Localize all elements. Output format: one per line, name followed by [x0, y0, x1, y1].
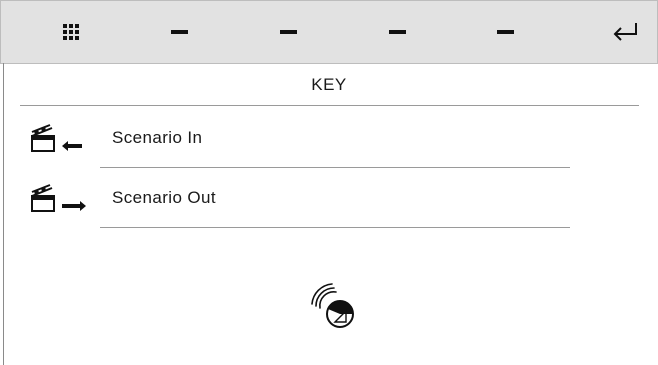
dash-icon	[279, 30, 297, 34]
key-title: KEY	[311, 75, 347, 94]
dash-icon	[170, 30, 188, 34]
key-item-scenario-in: Scenario In	[30, 108, 570, 168]
toolbar-slot-1-button[interactable]	[149, 1, 209, 63]
content-left-rule	[3, 63, 4, 365]
grid-icon	[63, 24, 79, 40]
toolbar	[0, 0, 658, 64]
key-title-divider	[20, 105, 639, 106]
loading-spinner-icon	[311, 283, 354, 328]
enter-return-button[interactable]	[597, 1, 653, 63]
key-item-scenario-out: Scenario Out	[30, 168, 570, 228]
toolbar-slot-2-button[interactable]	[258, 1, 318, 63]
key-item-divider	[100, 227, 570, 228]
dash-icon	[496, 30, 514, 34]
dash-icon	[388, 30, 406, 34]
clapperboard-arrow-in-icon	[31, 124, 82, 152]
key-screen: KEY Scenario In Scenario Out	[0, 0, 658, 365]
grid-menu-button[interactable]	[41, 1, 101, 63]
key-item-label: Scenario In	[112, 128, 203, 147]
key-item-label: Scenario Out	[112, 188, 217, 207]
clapperboard-arrow-out-icon	[31, 184, 86, 212]
toolbar-slot-3-button[interactable]	[367, 1, 427, 63]
toolbar-slot-4-button[interactable]	[475, 1, 535, 63]
enter-return-icon	[613, 23, 637, 41]
